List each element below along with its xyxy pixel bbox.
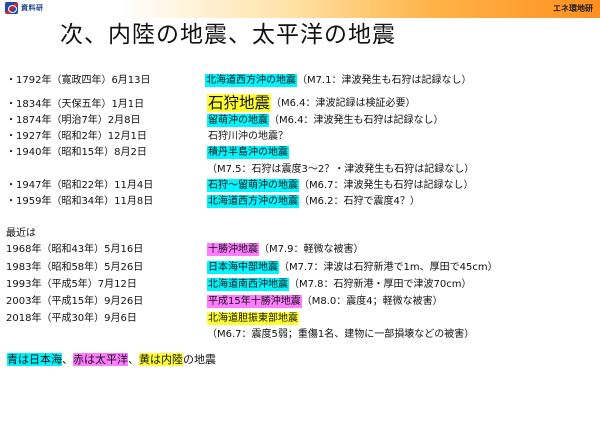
entry-quake-name: 平成15年十勝沖地震 [207,295,302,308]
entry-note: （M7.7：津波は石狩新港で1m、厚田で45cm） [279,262,498,273]
entry-note: （M6.4：津波記録は検証必要） [271,98,416,109]
entry-quake-name: 日本海中部地震 [207,261,279,274]
entry-note: （M7.1：津波発生も石狩は記録なし） [297,75,472,86]
entry-quake-name: 石狩～留萌沖の地震 [207,179,299,192]
entry-quake-detail: 北海道西方沖の地震（M7.1：津波発生も石狩は記録なし） [205,74,472,87]
entry-date: 2003年（平成15年）9月26日 [6,296,144,307]
entry-quake-name: 石狩地震 [207,94,272,112]
entry-date: ・1959年（昭和34年）11月8日 [6,196,154,207]
legend-blue: 青は日本海 [7,353,62,366]
entry-quake-detail: 十勝沖地震（M7.9：軽微な被害） [207,243,364,256]
entry-note: （M6.7：震度5弱；重傷1名、建物に一部損壊などの被害） [207,329,475,340]
entry-quake-detail: 積丹半島沖の地震 [207,146,289,159]
entry-note: （M6.2：石狩で震度4？） [299,196,420,207]
entry-date: ・1927年（昭和2年）12月1日 [6,131,147,142]
earthquake-list: ・1792年（寛政四年）6月13日 北海道西方沖の地震（M7.1：津波発生も石狩… [0,0,600,434]
entry-quake-detail: 北海道胆振東部地震 [207,312,299,325]
color-legend: 青は日本海、赤は太平洋、黄は内陸の地震 [7,353,216,367]
entry-quake-detail: 石狩～留萌沖の地震（M6.7：津波発生も石狩は記録なし） [207,179,474,192]
entry-note: （M8.0：震度4；軽微な被害） [301,296,443,307]
entry-date: ・1792年（寛政四年）6月13日 [6,75,151,86]
entry-date: 2018年（平成30年）9月6日 [6,313,137,324]
entry-note: （M7.8：石狩新港・厚田で津波70cm） [289,279,472,290]
entry-quake-name: 十勝沖地震 [207,243,259,256]
entry-note: （M6.7：津波発生も石狩は記録なし） [299,180,474,191]
entry-date: 1968年（昭和43年）5月16日 [6,244,144,255]
entry-quake-detail: 石狩地震（M6.4：津波記録は検証必要） [207,94,416,112]
entry-note: （M6.4：津波発生も石狩は記録なし） [269,115,444,126]
entry-date: ・1874年（明治7年）2月8日 [6,115,141,126]
legend-red: 赤は太平洋 [73,353,128,366]
entry-quake-name: 北海道西方沖の地震 [207,195,299,208]
entry-date: 1983年（昭和58年）5月26日 [6,262,144,273]
entry-note: （M7.5：石狩は震度3～2？・津波発生も石狩は記録なし） [207,164,475,175]
entry-note: （M7.9：軽微な被害） [259,244,364,255]
entry-date: ・1834年（天保五年）1月1日 [6,99,145,110]
entry-quake-name: 積丹半島沖の地震 [207,146,289,159]
legend-yellow: 黄は内陸 [139,353,183,366]
entry-quake-detail: 北海道南西沖地震（M7.8：石狩新港・厚田で津波70cm） [207,278,472,291]
entry-quake-detail: 北海道西方沖の地震（M6.2：石狩で震度4？） [207,195,420,208]
entry-quake-name: 石狩川沖の地震？ [208,131,288,142]
entry-quake-detail: 石狩川沖の地震？ [207,130,289,143]
entry-quake-name: 北海道西方沖の地震 [205,74,297,87]
legend-separator: 、 [62,353,73,366]
entry-quake-detail: 留萌沖の地震（M6.4：津波発生も石狩は記録なし） [207,114,444,127]
entry-quake-detail: 日本海中部地震（M7.7：津波は石狩新港で1m、厚田で45cm） [207,261,498,274]
entry-date: ・1940年（昭和15年）8月2日 [6,147,147,158]
entry-date: ・1947年（昭和22年）11月4日 [6,180,154,191]
entry-quake-name: 北海道胆振東部地震 [207,312,299,325]
legend-suffix: の地震 [183,353,216,366]
recent-heading-text: 最近は [6,228,36,239]
entry-quake-name: 留萌沖の地震 [207,114,269,127]
entry-date: 1993年（平成5年）7月12日 [6,279,137,290]
entry-quake-detail: 平成15年十勝沖地震（M8.0：震度4；軽微な被害） [207,295,443,308]
legend-separator: 、 [128,353,139,366]
entry-quake-name: 北海道南西沖地震 [207,278,289,291]
